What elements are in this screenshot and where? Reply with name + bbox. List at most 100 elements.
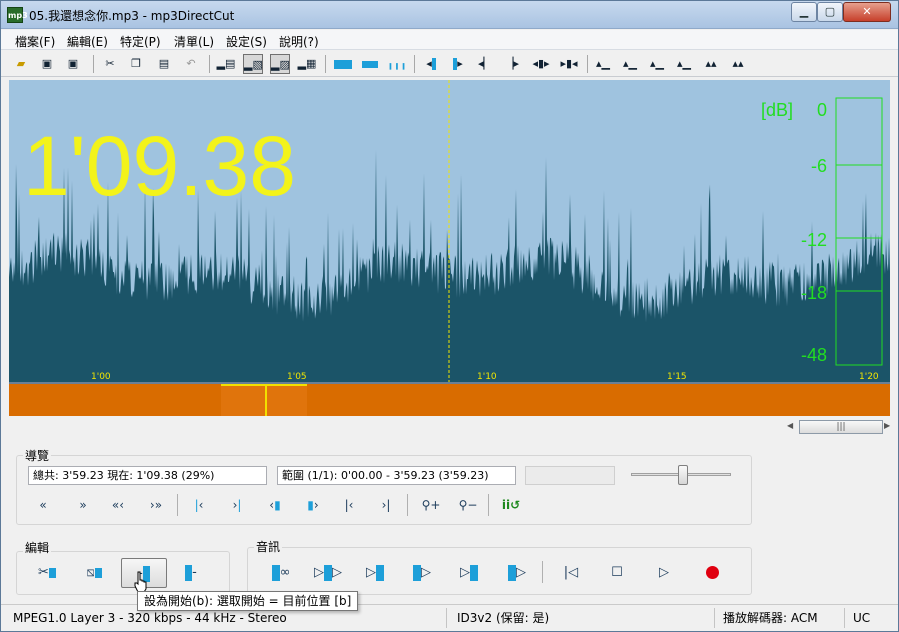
go-selection-end-icon[interactable]: ›| (225, 494, 249, 516)
cue-3-icon[interactable]: ▴▁ (647, 54, 667, 74)
time-mark-120: 1'20 (859, 372, 879, 382)
cue-6-icon[interactable]: ▴▴ (728, 54, 748, 74)
prev-small-icon[interactable]: « (31, 494, 55, 516)
status-bar: MPEG1.0 Layer 3 - 320 kbps - 44 kHz - St… (1, 604, 898, 631)
view-mode-3-icon[interactable]: ▂▨ (270, 54, 290, 74)
audio-group-label: 音訊 (254, 538, 283, 555)
cue-2-icon[interactable]: ▴▁ (620, 54, 640, 74)
go-selection-start-icon[interactable]: |‹ (187, 494, 211, 516)
db-label-18: -18 (801, 283, 827, 303)
go-end-icon[interactable]: ›| (374, 494, 398, 516)
play-from-cue-icon[interactable]: ▷ (406, 558, 438, 588)
menu-bar: 檔案(F) 編輯(E) 特定(P) 清單(L) 設定(S) 說明(?) (1, 30, 898, 50)
record-icon[interactable] (698, 558, 726, 588)
horizontal-scrollbar[interactable]: ◀ ||| ▶ (9, 420, 890, 435)
volume-slider[interactable] (631, 465, 731, 487)
cue-marker-icon[interactable]: ii↺ (499, 494, 523, 516)
edit-group-label: 編輯 (23, 539, 52, 556)
menu-list[interactable]: 清單(L) (174, 33, 214, 50)
status-tag: ID3v2 (保留: 是) (453, 608, 715, 628)
tooltip: 設為開始(b): 選取開始 = 目前位置 [b] (137, 591, 359, 611)
view-mode-2-icon[interactable]: ▂▧ (243, 54, 263, 74)
shrink-selection-icon[interactable]: ▸▮◂ (557, 54, 581, 74)
play-to-cue-icon[interactable]: ▷ (359, 558, 391, 588)
status-format: MPEG1.0 Layer 3 - 320 kbps - 44 kHz - St… (9, 608, 447, 628)
cut-selection-icon[interactable]: ✂ (27, 558, 67, 588)
go-next-cue-icon[interactable]: ▮› (301, 494, 325, 516)
skip-back-icon[interactable]: |◁ (557, 558, 585, 588)
go-begin-icon[interactable]: |‹ (337, 494, 361, 516)
zoom-in-icon[interactable]: ⚲+ (419, 494, 443, 516)
time-mark-115: 1'15 (667, 372, 687, 382)
toolbar-separator (209, 55, 210, 73)
maximize-button[interactable]: ▢ (817, 2, 843, 22)
menu-special[interactable]: 特定(P) (120, 33, 161, 50)
menu-edit[interactable]: 編輯(E) (67, 33, 108, 50)
next-small-icon[interactable]: » (71, 494, 95, 516)
menu-settings[interactable]: 設定(S) (226, 33, 267, 50)
set-start-icon[interactable]: ◂ (421, 54, 441, 74)
time-mark-110: 1'10 (477, 372, 497, 382)
time-mark-100: 1'00 (91, 372, 111, 382)
waveform-view[interactable]: [dB] 0 -6 -12 -18 -48 1'00 1'05 1'10 1'1… (9, 80, 890, 382)
db-label-0: 0 (817, 100, 827, 120)
view-mode-1-icon[interactable]: ▂▤ (216, 54, 236, 74)
undo-icon[interactable]: ↶ (181, 54, 201, 74)
save-list-icon[interactable]: ▣ (63, 54, 83, 74)
go-end-icon[interactable]: ▕▸ (502, 54, 522, 74)
mouse-pointer-icon (134, 571, 147, 593)
cue-4-icon[interactable]: ▴▁ (674, 54, 694, 74)
app-window: mp3 05.我還想念你.mp3 - mp3DirectCut ▁ ▢ ✕ 檔案… (0, 0, 899, 632)
save-icon[interactable]: ▣ (37, 54, 57, 74)
range-field: 範圍 (1/1): 0'00.00 - 3'59.23 (3'59.23) (277, 466, 516, 485)
window-title: 05.我還想念你.mp3 - mp3DirectCut (29, 9, 235, 23)
prev-large-icon[interactable]: «‹ (106, 494, 130, 516)
cue-5-icon[interactable]: ▴▴ (701, 54, 721, 74)
db-label-6: -6 (811, 156, 827, 176)
paste-icon[interactable]: ▤ (154, 54, 174, 74)
scroll-left-icon[interactable]: ◀ (787, 421, 793, 430)
status-uc: UC (853, 611, 871, 625)
position-bar[interactable] (9, 382, 890, 416)
total-position-field: 總共: 3'59.23 現在: 1'09.38 (29%) (28, 466, 267, 485)
zoom-out-icon[interactable]: ⚲− (456, 494, 480, 516)
play-after-cut-icon[interactable]: ▷ (501, 558, 533, 588)
menu-help[interactable]: 說明(?) (279, 33, 319, 50)
app-icon: mp3 (7, 7, 28, 23)
extra-field (525, 466, 615, 485)
db-label-48: -48 (801, 345, 827, 365)
audio-separator (542, 561, 543, 583)
play-selection-icon[interactable]: ▷ ▷ (306, 558, 350, 588)
minimize-button[interactable]: ▁ (791, 2, 817, 22)
position-cursor[interactable] (265, 384, 267, 416)
play-icon[interactable]: ▷ (650, 558, 678, 588)
view-mode-4-icon[interactable]: ▂▦ (297, 54, 317, 74)
wave-view-3-icon[interactable]: ╻╻╻ (387, 54, 407, 74)
scrollbar-thumb[interactable]: ||| (799, 420, 883, 434)
visible-range-marker (221, 384, 307, 416)
next-large-icon[interactable]: ›» (144, 494, 168, 516)
toolbar: ▰ ▣ ▣ ✂ ❐ ▤ ↶ ▂▤ ▂▧ ▂▨ ▂▦ ╻╻╻ ◂ ▸ ◂▏ ▕▸ … (1, 51, 898, 77)
fade-icon[interactable]: ⧅ (74, 558, 114, 588)
scroll-right-icon[interactable]: ▶ (884, 421, 890, 430)
copy-icon[interactable]: ❐ (126, 54, 146, 74)
play-before-cut-icon[interactable]: ▷ (453, 558, 485, 588)
volume-slider-thumb[interactable] (678, 465, 688, 485)
toolbar-separator (414, 55, 415, 73)
scissors-icon[interactable]: ✂ (100, 54, 120, 74)
stop-icon[interactable]: ☐ (603, 558, 631, 588)
go-start-icon[interactable]: ◂▏ (475, 54, 495, 74)
cue-1-icon[interactable]: ▴▁ (593, 54, 613, 74)
status-decoder: 播放解碼器: ACM (719, 608, 845, 628)
play-loop-icon[interactable]: ∞ (263, 558, 299, 588)
navigation-group-label: 導覽 (23, 447, 52, 464)
go-prev-cue-icon[interactable]: ‹▮ (263, 494, 287, 516)
set-end-icon[interactable]: ▸ (448, 54, 468, 74)
folder-open-icon[interactable]: ▰ (11, 54, 31, 74)
wave-view-1-icon[interactable] (333, 54, 353, 74)
expand-selection-icon[interactable]: ◂▮▸ (529, 54, 553, 74)
menu-file[interactable]: 檔案(F) (15, 33, 55, 50)
close-button[interactable]: ✕ (843, 2, 891, 22)
set-end-button[interactable]: - (171, 558, 211, 588)
wave-view-2-icon[interactable] (360, 54, 380, 74)
